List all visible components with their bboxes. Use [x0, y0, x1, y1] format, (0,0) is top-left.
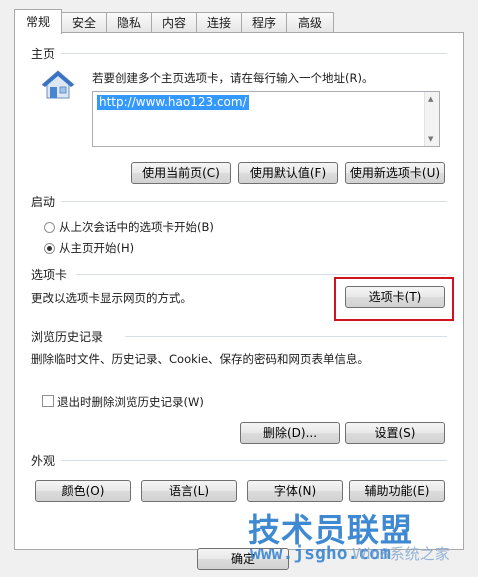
appearance-separator [61, 460, 447, 461]
scroll-down-icon[interactable]: ▼ [428, 135, 433, 143]
start-last-session-label: 从上次会话中的选项卡开始(B) [59, 220, 214, 234]
start-home-label: 从主页开始(H) [59, 241, 135, 255]
tab-security[interactable]: 安全 [61, 12, 107, 32]
house-icon [41, 70, 75, 100]
history-description: 删除临时文件、历史记录、Cookie、保存的密码和网页表单信息。 [31, 352, 370, 366]
tabs-section-title: 选项卡 [31, 268, 68, 282]
startup-separator [61, 201, 447, 202]
delete-history-button[interactable]: 删除(D)... [240, 422, 340, 444]
watermark-tag: Win8系统之家 [352, 545, 450, 563]
appearance-section-title: 外观 [31, 454, 56, 468]
languages-button[interactable]: 语言(L) [141, 480, 237, 502]
tab-advanced[interactable]: 高级 [286, 12, 334, 32]
home-section-title: 主页 [31, 47, 56, 61]
tab-general[interactable]: 常规 [14, 9, 62, 34]
general-tab-panel: 主页 若要创建多个主页选项卡，请在每行输入一个地址(R)。 http://www… [14, 32, 464, 550]
radio-start-home[interactable] [44, 243, 55, 254]
tab-programs[interactable]: 程序 [241, 12, 287, 32]
history-section-title: 浏览历史记录 [31, 330, 104, 344]
delete-on-exit-checkbox[interactable] [42, 395, 54, 407]
use-current-button[interactable]: 使用当前页(C) [131, 162, 231, 184]
home-url-text[interactable]: http://www.hao123.com/ [97, 95, 249, 110]
home-url-textarea[interactable]: http://www.hao123.com/ ▲ ▼ [92, 91, 440, 147]
tab-connections[interactable]: 连接 [196, 12, 242, 32]
home-url-scrollbar[interactable]: ▲ ▼ [424, 92, 439, 146]
fonts-button[interactable]: 字体(N) [247, 480, 343, 502]
startup-section-title: 启动 [31, 195, 56, 209]
tabs-separator [76, 274, 447, 275]
delete-on-exit-label: 退出时删除浏览历史记录(W) [57, 395, 204, 409]
highlight-box [334, 277, 454, 321]
use-new-tab-button[interactable]: 使用新选项卡(U) [345, 162, 445, 184]
tab-privacy[interactable]: 隐私 [106, 12, 152, 32]
history-separator [125, 336, 447, 337]
colors-button[interactable]: 颜色(O) [35, 480, 131, 502]
tabs-description: 更改以选项卡显示网页的方式。 [31, 291, 192, 305]
accessibility-button[interactable]: 辅助功能(E) [349, 480, 445, 502]
radio-start-last-session[interactable] [44, 222, 55, 233]
use-default-button[interactable]: 使用默认值(F) [238, 162, 338, 184]
home-instruction: 若要创建多个主页选项卡，请在每行输入一个地址(R)。 [92, 71, 374, 85]
history-settings-button[interactable]: 设置(S) [345, 422, 445, 444]
home-separator [61, 53, 447, 54]
scroll-up-icon[interactable]: ▲ [428, 95, 433, 103]
tab-content[interactable]: 内容 [151, 12, 197, 32]
